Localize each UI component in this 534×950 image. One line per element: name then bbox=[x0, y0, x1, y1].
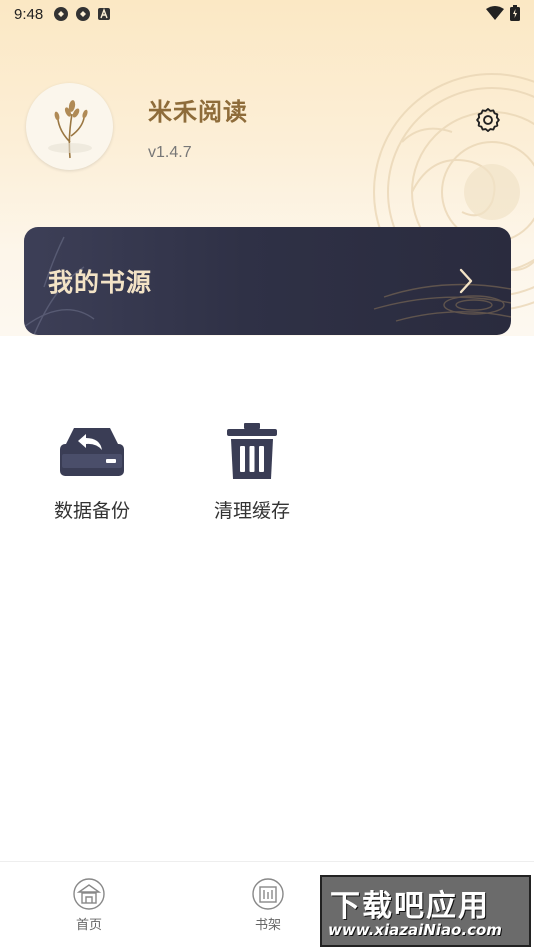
wifi-icon bbox=[486, 5, 504, 20]
data-backup-button[interactable]: 数据备份 bbox=[32, 420, 152, 530]
status-bar: 9:48 bbox=[0, 0, 534, 28]
status-time: 9:48 bbox=[14, 5, 44, 23]
tools-section: 数据备份 清理缓存 bbox=[0, 336, 534, 860]
home-icon bbox=[73, 878, 105, 910]
sync-icon bbox=[76, 7, 91, 21]
wheat-logo-icon bbox=[47, 99, 92, 158]
app-logo-avatar bbox=[26, 83, 113, 170]
bookshelf-icon bbox=[252, 878, 284, 910]
backup-drive-icon bbox=[60, 428, 124, 476]
site-watermark: 下载吧应用 www.xiazaiNiao.com bbox=[320, 875, 531, 947]
gear-icon bbox=[476, 107, 500, 133]
sync-icon bbox=[54, 7, 69, 21]
trash-icon bbox=[227, 423, 277, 479]
data-backup-label: 数据备份 bbox=[53, 500, 130, 522]
settings-button[interactable] bbox=[470, 102, 506, 138]
notification-a-icon bbox=[98, 8, 111, 20]
watermark-url: www.xiazaiNiao.com bbox=[328, 921, 502, 939]
nav-item-bookshelf[interactable]: 书架 bbox=[228, 878, 308, 933]
app-name: 米禾阅读 bbox=[148, 97, 248, 126]
battery-icon bbox=[510, 5, 520, 21]
app-version: v1.4.7 bbox=[148, 144, 192, 161]
clear-cache-label: 清理缓存 bbox=[213, 500, 290, 522]
nav-item-home[interactable]: 首页 bbox=[49, 878, 129, 933]
watermark-title: 下载吧应用 bbox=[330, 889, 490, 924]
clear-cache-button[interactable]: 清理缓存 bbox=[192, 420, 312, 530]
my-book-sources-card[interactable]: 我的书源 bbox=[24, 227, 511, 335]
nav-label-bookshelf: 书架 bbox=[254, 918, 281, 933]
nav-label-home: 首页 bbox=[75, 918, 102, 933]
my-book-sources-label: 我的书源 bbox=[48, 268, 153, 297]
chevron-right-icon bbox=[459, 268, 473, 294]
